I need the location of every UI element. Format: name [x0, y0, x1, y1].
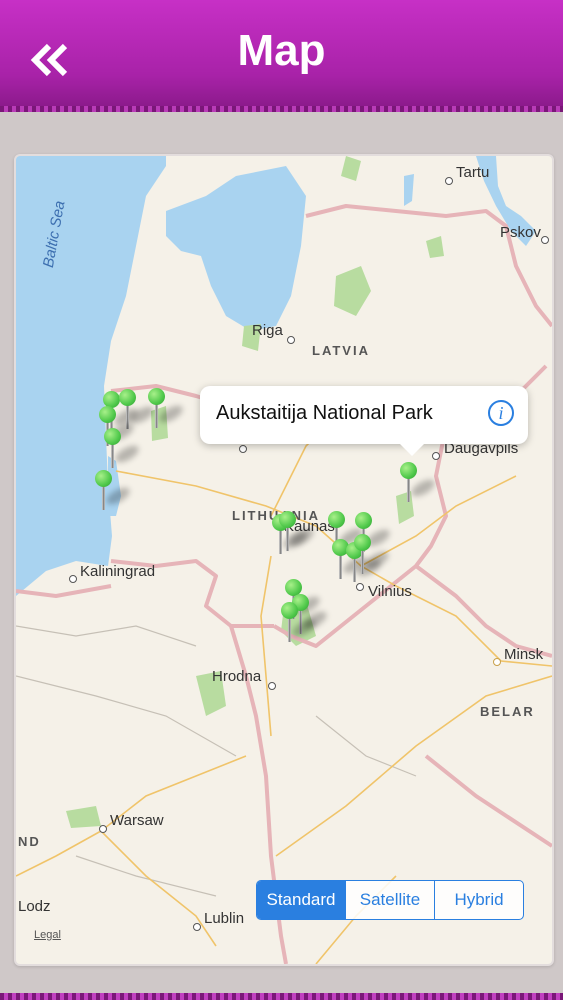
map-pin[interactable] [95, 470, 133, 512]
city-dot [541, 236, 549, 244]
country-label: ND [18, 834, 41, 849]
map-pin[interactable] [354, 534, 392, 576]
map-type-standard[interactable]: Standard [257, 881, 345, 919]
city-label: Hrodna [212, 668, 262, 685]
info-icon[interactable]: i [488, 400, 514, 426]
map-pin[interactable] [400, 462, 438, 504]
city-label: Minsk [504, 646, 544, 663]
city-dot [356, 583, 364, 591]
map-type-control: Standard Satellite Hybrid [256, 880, 524, 920]
capital-dot [99, 825, 107, 833]
city-label: Warsaw [110, 812, 164, 829]
footer-divider [0, 993, 563, 1000]
page-title: Map [237, 26, 326, 75]
city-dot [432, 452, 440, 460]
city-dot [287, 336, 295, 344]
map-type-satellite[interactable]: Satellite [345, 881, 434, 919]
city-label: Kaliningrad [80, 563, 156, 580]
city-label: Riga [252, 322, 283, 339]
callout-title: Aukstaitija National Park [216, 402, 433, 424]
map-base [16, 156, 552, 964]
city-label: Lublin [204, 910, 245, 927]
city-dot [193, 923, 201, 931]
map-type-hybrid[interactable]: Hybrid [434, 881, 523, 919]
country-label: LATVIA [312, 343, 370, 358]
legal-link[interactable]: Legal [34, 929, 61, 941]
city-label: Lodz [18, 898, 51, 915]
pin-callout[interactable]: Aukstaitija National Park i [200, 386, 528, 456]
city-label: Vilnius [368, 583, 412, 600]
capital-dot [493, 658, 501, 666]
city-dot [268, 682, 276, 690]
city-dot [445, 177, 453, 185]
map-view[interactable]: Baltic Sea Tartu Pskov Riga LATVIA Šiaul… [14, 154, 554, 966]
city-label: Tartu [456, 164, 490, 181]
city-dot [239, 445, 247, 453]
map-pin[interactable] [148, 388, 186, 430]
city-dot [69, 575, 77, 583]
map-pin[interactable] [279, 511, 317, 553]
map-pin[interactable] [281, 602, 319, 644]
header-divider [0, 106, 563, 112]
country-label: BELAR [480, 704, 535, 719]
city-label: Pskov [500, 224, 541, 241]
map-pin[interactable] [104, 428, 142, 470]
app-header: Map [0, 0, 563, 108]
